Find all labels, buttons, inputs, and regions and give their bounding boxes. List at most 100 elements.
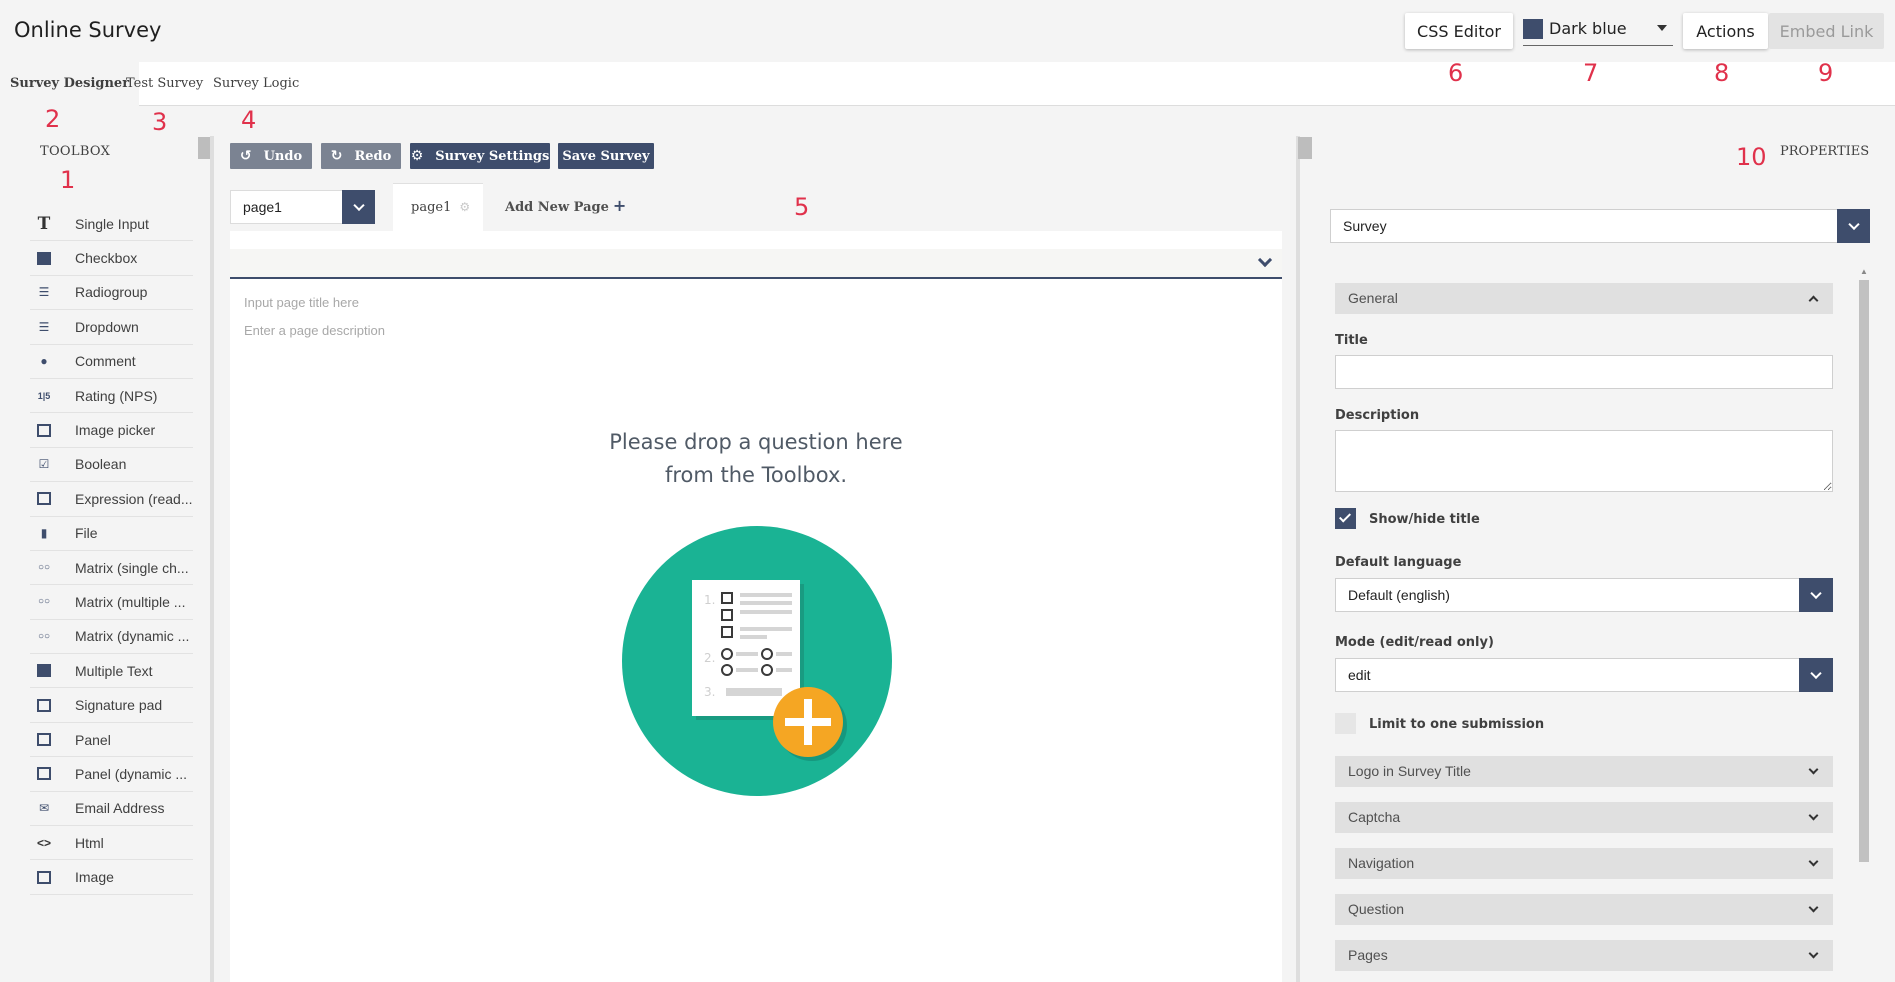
limit-one-submission-checkbox[interactable] <box>1335 713 1356 734</box>
toolbox-item-label: Multiple Text <box>75 662 153 679</box>
embed-link-button[interactable]: Embed Link <box>1769 13 1884 49</box>
toolbox-item-comment[interactable]: ● Comment <box>30 345 193 379</box>
toolbox-item-matrix-dynamic[interactable]: ○○ Matrix (dynamic ... <box>30 620 193 655</box>
chevron-up-icon <box>1808 295 1819 306</box>
toolbox-item-panel-dynamic[interactable]: Panel (dynamic ... <box>30 757 193 792</box>
comment-icon: ● <box>40 354 48 369</box>
default-language-value: Default (english) <box>1348 587 1450 603</box>
toolbox-item-matrix-multiple[interactable]: ○○ Matrix (multiple ... <box>30 585 193 620</box>
file-icon: ▮ <box>40 526 48 541</box>
toolbox-item-image[interactable]: Image <box>30 860 193 895</box>
plus-icon: + <box>612 196 627 215</box>
chevron-down-icon[interactable] <box>1257 252 1273 268</box>
default-language-dropdown-button[interactable] <box>1799 578 1833 612</box>
annotation-marker: 2 <box>45 105 61 133</box>
toolbox-item-image-picker[interactable]: Image picker <box>30 413 193 448</box>
show-hide-title-checkbox[interactable] <box>1335 508 1356 529</box>
page-select-dropdown-button[interactable] <box>342 190 375 224</box>
toolbox-item-radiogroup[interactable]: ☰ Radiogroup <box>30 276 193 311</box>
default-language-select[interactable]: Default (english) <box>1335 578 1833 612</box>
properties-object-dropdown-button[interactable] <box>1837 209 1870 243</box>
toolbox-item-file[interactable]: ▮ File <box>30 517 193 551</box>
page-title-input[interactable]: Input page title here <box>244 295 359 310</box>
redo-button[interactable]: ↻ Redo <box>321 143 401 169</box>
survey-settings-label: Survey Settings <box>435 148 550 164</box>
toolbox-item-checkbox[interactable]: Checkbox <box>30 241 193 276</box>
toolbox-item-label: Signature pad <box>75 697 163 714</box>
scroll-up-arrow-icon[interactable]: ▲ <box>1860 267 1868 276</box>
properties-group-pages[interactable]: Pages <box>1335 940 1833 971</box>
tab-test-survey[interactable]: Test Survey <box>116 62 213 106</box>
properties-scrollbar[interactable] <box>1859 280 1869 862</box>
theme-select-value: Dark blue <box>1549 19 1627 38</box>
boolean-icon: ☑ <box>38 457 50 472</box>
toolbox-item-label: Html <box>75 834 104 851</box>
check-icon <box>1338 510 1352 523</box>
annotation-marker: 10 <box>1736 143 1767 171</box>
chevron-down-icon <box>1808 810 1819 821</box>
page-header-bar[interactable] <box>230 249 1282 279</box>
app-title: Online Survey <box>14 18 162 42</box>
chevron-down-icon <box>1808 856 1819 867</box>
properties-object-select[interactable]: Survey <box>1330 209 1870 243</box>
mode-dropdown-button[interactable] <box>1799 658 1833 692</box>
toolbox-item-single-input[interactable]: T Single Input <box>30 207 193 242</box>
group-label: General <box>1348 290 1398 306</box>
toolbox-item-panel[interactable]: Panel <box>30 723 193 758</box>
toolbox-item-signature-pad[interactable]: Signature pad <box>30 688 193 723</box>
survey-canvas[interactable]: Input page title here Enter a page descr… <box>230 231 1282 982</box>
properties-group-navigation[interactable]: Navigation <box>1335 848 1833 879</box>
default-language-label: Default language <box>1335 555 1462 570</box>
description-label: Description <box>1335 408 1420 423</box>
annotation-marker: 5 <box>794 193 810 221</box>
survey-settings-button[interactable]: ⚙ Survey Settings <box>410 143 550 169</box>
right-splitter[interactable] <box>1296 136 1300 982</box>
drop-message-line: from the Toolbox. <box>664 463 848 487</box>
page-select[interactable]: page1 <box>230 190 375 224</box>
limit-one-submission-label: Limit to one submission <box>1369 717 1545 732</box>
css-editor-button[interactable]: CSS Editor <box>1405 13 1513 49</box>
tab-survey-logic[interactable]: Survey Logic <box>203 62 309 106</box>
matrix-icon: ○○ <box>37 562 51 574</box>
properties-group-captcha[interactable]: Captcha <box>1335 802 1833 833</box>
mode-select[interactable]: edit <box>1335 658 1833 692</box>
chevron-down-icon <box>1810 667 1822 680</box>
toolbox-item-rating[interactable]: 1|5 Rating (NPS) <box>30 379 193 414</box>
toolbox-item-boolean[interactable]: ☑ Boolean <box>30 448 193 483</box>
page-tab[interactable]: page1 ⚙ <box>393 183 483 231</box>
properties-group-question[interactable]: Question <box>1335 894 1833 925</box>
email-icon: ✉ <box>38 801 50 816</box>
toolbox-item-html[interactable]: <> Html <box>30 826 193 861</box>
redo-icon: ↻ <box>330 148 343 164</box>
gear-icon[interactable]: ⚙ <box>459 200 470 214</box>
chevron-down-icon <box>352 199 365 212</box>
theme-select[interactable]: Dark blue <box>1523 12 1673 46</box>
show-hide-title-label: Show/hide title <box>1369 512 1480 527</box>
annotation-marker: 3 <box>152 108 168 136</box>
toolbox-item-label: Image picker <box>75 422 156 439</box>
multiple-text-icon <box>35 663 53 679</box>
annotation-marker: 7 <box>1583 59 1599 87</box>
title-input[interactable] <box>1335 355 1833 389</box>
save-survey-button[interactable]: Save Survey <box>558 143 654 169</box>
matrix-dynamic-icon: ○○ <box>37 630 51 642</box>
undo-button[interactable]: ↺ Undo <box>230 143 312 169</box>
toolbox-item-email-address[interactable]: ✉ Email Address <box>30 792 193 827</box>
group-label: Navigation <box>1348 855 1415 871</box>
chevron-down-icon <box>1847 218 1860 231</box>
toolbox-item-multiple-text[interactable]: Multiple Text <box>30 654 193 689</box>
toolbox-item-label: File <box>75 525 98 542</box>
actions-button[interactable]: Actions <box>1683 13 1768 49</box>
toolbox-item-dropdown[interactable]: ☰ Dropdown <box>30 310 193 345</box>
description-textarea[interactable] <box>1335 430 1833 492</box>
collapse-properties-handle[interactable] <box>1298 137 1312 159</box>
add-new-page-button[interactable]: Add New Page + <box>505 183 626 231</box>
toolbox-item-expression[interactable]: Expression (read... <box>30 482 193 517</box>
toolbox-item-matrix-single[interactable]: ○○ Matrix (single ch... <box>30 551 193 586</box>
properties-group-logo[interactable]: Logo in Survey Title <box>1335 756 1833 787</box>
properties-group-general[interactable]: General <box>1335 283 1833 314</box>
left-splitter[interactable] <box>210 136 214 982</box>
page-description-input[interactable]: Enter a page description <box>244 323 385 338</box>
toolbox-item-label: Matrix (dynamic ... <box>75 628 190 645</box>
group-label: Pages <box>1348 947 1388 963</box>
